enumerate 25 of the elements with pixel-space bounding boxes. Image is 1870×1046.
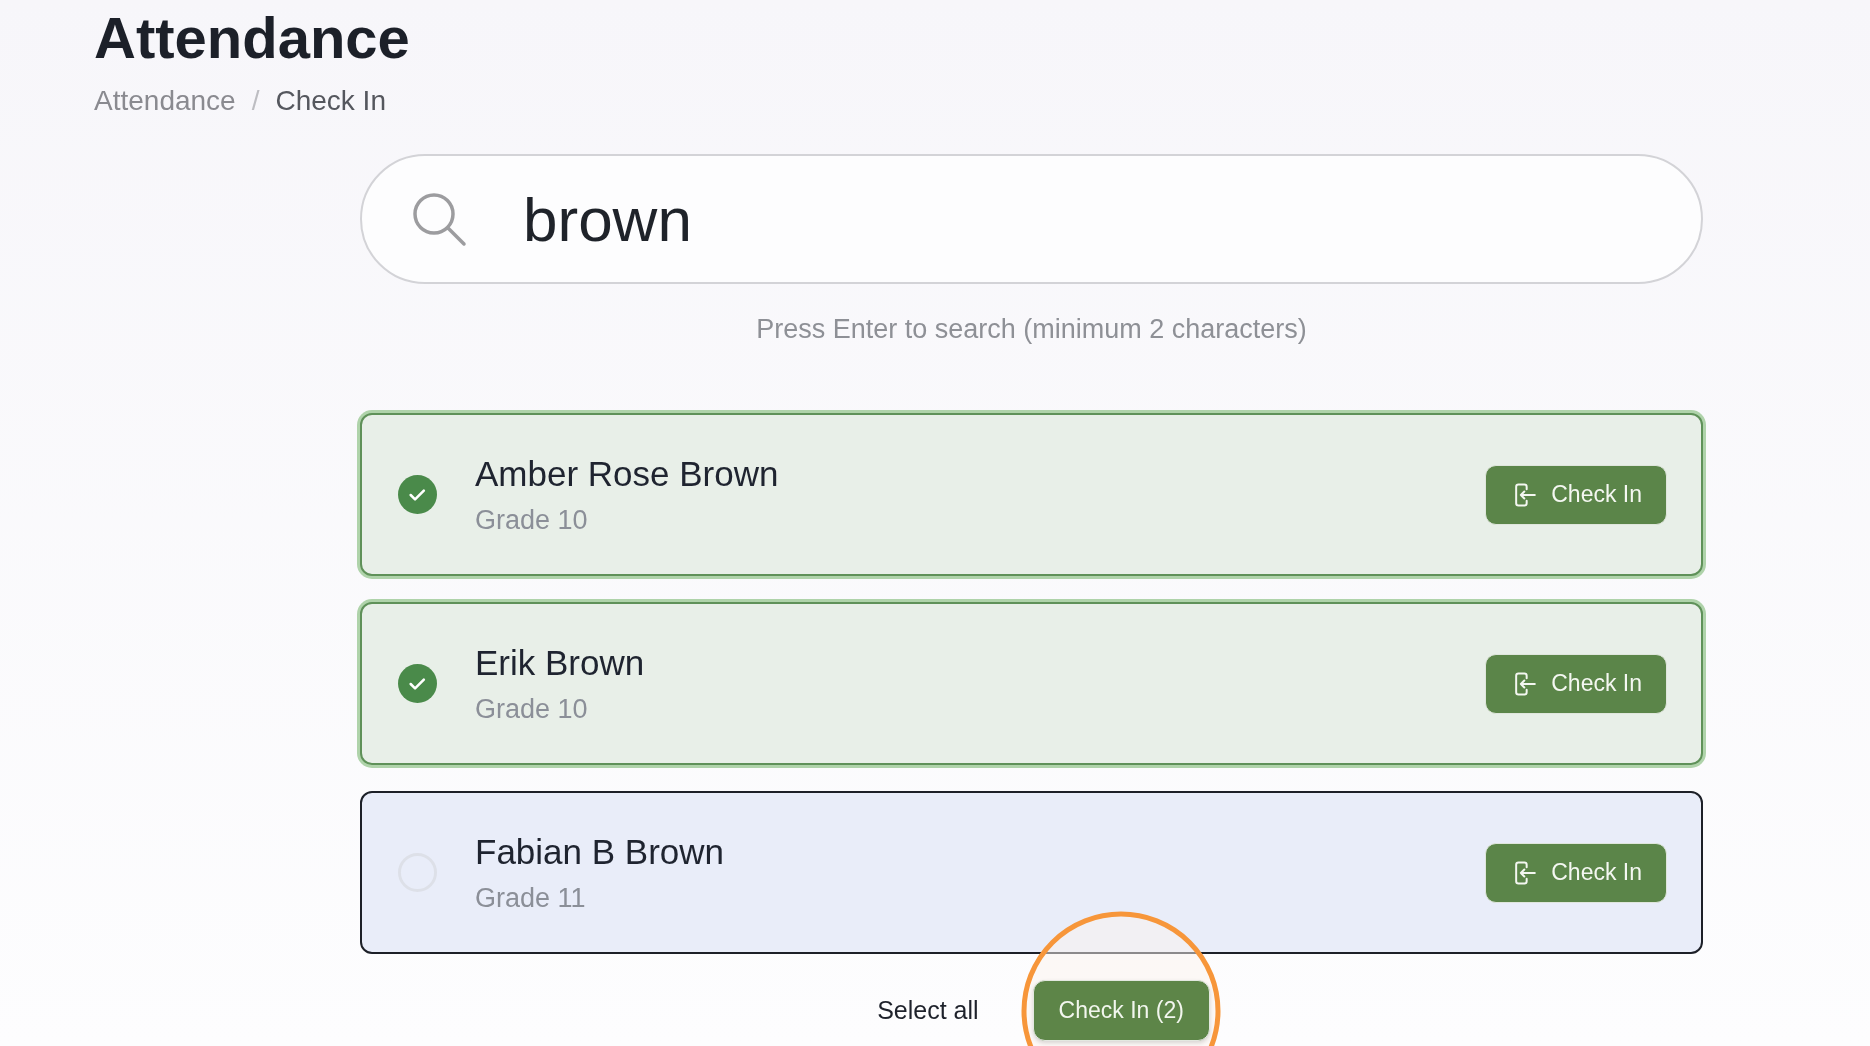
search-icon xyxy=(411,191,467,247)
door-arrow-icon xyxy=(1515,860,1537,885)
student-card[interactable]: Amber Rose Brown Grade 10 Check In xyxy=(360,413,1703,576)
check-circle-icon[interactable] xyxy=(398,475,437,514)
student-name: Fabian B Brown xyxy=(475,831,726,872)
check-in-button[interactable]: Check In xyxy=(1485,464,1667,525)
student-card[interactable]: Fabian B Brown Grade 11 Check In xyxy=(360,791,1703,954)
door-arrow-icon xyxy=(1515,671,1537,696)
search-field[interactable]: brown xyxy=(360,154,1703,284)
student-grade: Grade 10 xyxy=(475,503,589,536)
search-hint: Press Enter to search (minimum 2 characters) xyxy=(755,313,1308,345)
breadcrumb-current: Check In xyxy=(275,84,386,118)
student-name: Erik Brown xyxy=(475,642,646,683)
student-card[interactable]: Erik Brown Grade 10 Check In xyxy=(360,602,1703,765)
select-all-button[interactable]: Select all xyxy=(865,988,991,1033)
check-in-button[interactable]: Check In xyxy=(1485,842,1667,903)
page-title: Attendance xyxy=(94,4,410,71)
door-arrow-icon xyxy=(1515,482,1537,507)
student-grade: Grade 10 xyxy=(475,692,589,725)
check-in-button[interactable]: Check In xyxy=(1485,653,1667,714)
student-grade: Grade 11 xyxy=(475,881,587,914)
student-name: Amber Rose Brown xyxy=(475,453,780,494)
breadcrumb-separator: / xyxy=(251,84,260,118)
check-in-selected-button[interactable]: Check In (2) xyxy=(1032,980,1210,1041)
check-circle-icon[interactable] xyxy=(398,664,437,703)
